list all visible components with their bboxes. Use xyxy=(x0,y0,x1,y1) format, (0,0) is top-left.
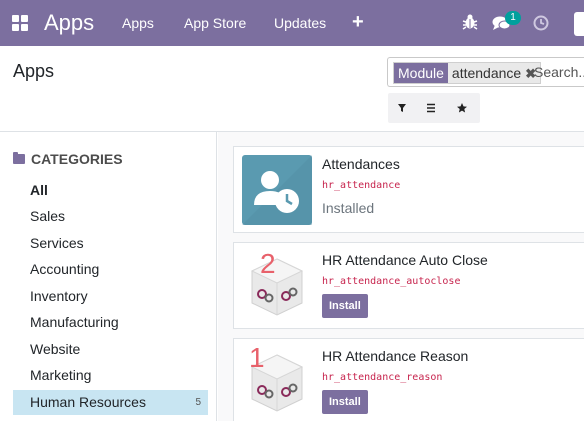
app-technical-name: hr_attendance_autoclose xyxy=(322,276,461,287)
app-card[interactable]: 2 HR Attendance Auto Close hr_attendance… xyxy=(233,242,584,329)
install-button[interactable]: Install xyxy=(322,390,368,414)
category-website[interactable]: Website xyxy=(13,337,208,362)
app-technical-name: hr_attendance_reason xyxy=(322,372,443,383)
app-technical-name: hr_attendance xyxy=(322,180,401,191)
search-input[interactable]: Search... xyxy=(534,64,584,80)
category-label: All xyxy=(30,182,48,198)
category-count: 5 xyxy=(195,397,201,408)
category-label: Human Resources xyxy=(30,394,146,410)
chat-badge: 1 xyxy=(505,11,521,25)
search-facet[interactable]: Module attendance ✖ xyxy=(393,62,542,84)
category-human-resources[interactable]: Human Resources 5 xyxy=(13,390,208,415)
search-bar[interactable]: Module attendance✖ Search... xyxy=(387,57,584,87)
facet-value: attendance ✖ xyxy=(447,63,541,83)
favorite-icon[interactable] xyxy=(454,100,470,116)
categories-sidebar: CATEGORIES All Sales Services Accounting… xyxy=(0,132,217,421)
app-name: HR Attendance Auto Close xyxy=(322,252,488,268)
folder-icon xyxy=(13,152,25,164)
top-navbar: Apps Apps App Store Updates + 1 xyxy=(0,0,584,46)
categories-heading-label: CATEGORIES xyxy=(31,151,123,167)
category-all[interactable]: All xyxy=(13,178,208,203)
oca-module-icon xyxy=(242,251,312,321)
app-card[interactable]: Attendances hr_attendance Installed xyxy=(233,146,584,233)
facet-label: Module xyxy=(394,63,448,83)
category-sales[interactable]: Sales xyxy=(13,204,208,229)
category-manufacturing[interactable]: Manufacturing xyxy=(13,310,208,335)
app-brand-title: Apps xyxy=(44,10,95,35)
app-status: Installed xyxy=(322,200,375,216)
apps-kanban: Attendances hr_attendance Installed 2 HR… xyxy=(218,132,584,421)
facet-value-text: attendance xyxy=(451,65,522,81)
app-name: HR Attendance Reason xyxy=(322,348,469,364)
user-menu-edge[interactable] xyxy=(574,12,584,36)
clock-icon[interactable] xyxy=(533,15,549,36)
category-label: Sales xyxy=(30,208,66,224)
category-services[interactable]: Services xyxy=(13,231,208,256)
bug-icon[interactable] xyxy=(462,13,478,36)
menu-updates[interactable]: Updates xyxy=(274,15,326,32)
category-label: Inventory xyxy=(30,288,88,304)
filter-icon[interactable] xyxy=(394,100,410,116)
plus-icon[interactable]: + xyxy=(352,11,364,33)
attendance-app-icon xyxy=(242,155,312,225)
category-label: Services xyxy=(30,235,84,251)
menu-app-store[interactable]: App Store xyxy=(184,15,246,32)
category-label: Manufacturing xyxy=(30,314,119,330)
category-label: Marketing xyxy=(30,367,92,383)
category-marketing[interactable]: Marketing xyxy=(13,363,208,388)
annotation-number: 1 xyxy=(249,342,265,373)
app-card[interactable]: 1 HR Attendance Reason hr_attendance_rea… xyxy=(233,338,584,421)
app-switcher-icon[interactable] xyxy=(12,15,29,32)
install-button[interactable]: Install xyxy=(322,294,368,318)
category-accounting[interactable]: Accounting xyxy=(13,257,208,282)
category-label: Accounting xyxy=(30,261,100,277)
menu-apps[interactable]: Apps xyxy=(122,15,154,32)
categories-heading: CATEGORIES xyxy=(13,151,123,167)
search-options-group xyxy=(388,93,480,123)
annotation-number: 2 xyxy=(260,248,276,279)
category-inventory[interactable]: Inventory xyxy=(13,284,208,309)
group-by-icon[interactable] xyxy=(423,100,439,116)
app-name: Attendances xyxy=(322,156,400,172)
page-title: Apps xyxy=(13,61,55,81)
category-label: Website xyxy=(30,341,81,357)
